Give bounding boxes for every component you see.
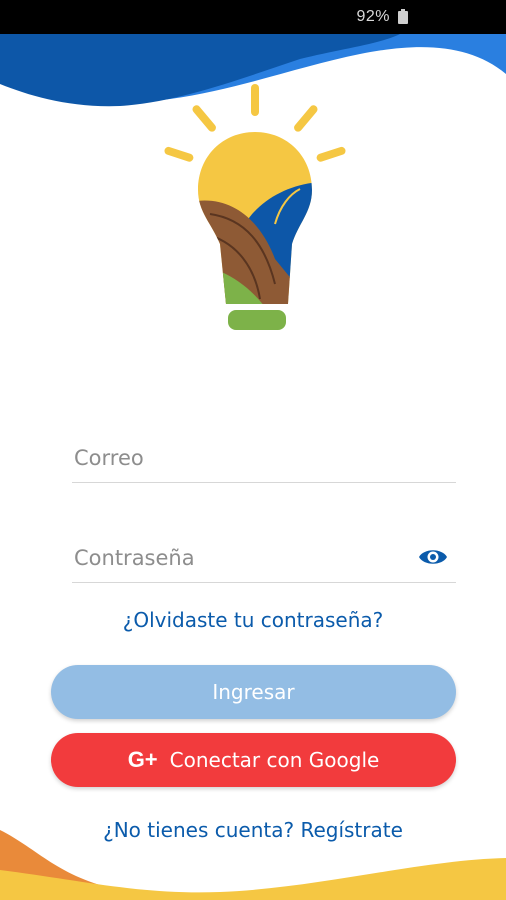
signup-link[interactable]: ¿No tienes cuenta? Regístrate <box>0 818 506 842</box>
battery-icon <box>398 9 408 24</box>
google-connect-button[interactable]: G+ Conectar con Google <box>51 733 456 787</box>
lightbulb-logo-icon <box>164 84 346 330</box>
password-field-container <box>72 538 456 583</box>
login-button-label: Ingresar <box>212 680 295 704</box>
password-input[interactable] <box>72 538 404 578</box>
battery-percentage: 92% <box>356 8 390 25</box>
status-bar: 92% <box>0 0 506 34</box>
login-button[interactable]: Ingresar <box>51 665 456 719</box>
google-plus-icon: G+ <box>127 747 158 772</box>
eye-icon[interactable] <box>418 546 448 568</box>
forgot-password-link[interactable]: ¿Olvidaste tu contraseña? <box>0 608 506 632</box>
email-field-container <box>72 438 456 483</box>
google-button-label: Conectar con Google <box>169 748 380 772</box>
email-input[interactable] <box>72 438 404 478</box>
